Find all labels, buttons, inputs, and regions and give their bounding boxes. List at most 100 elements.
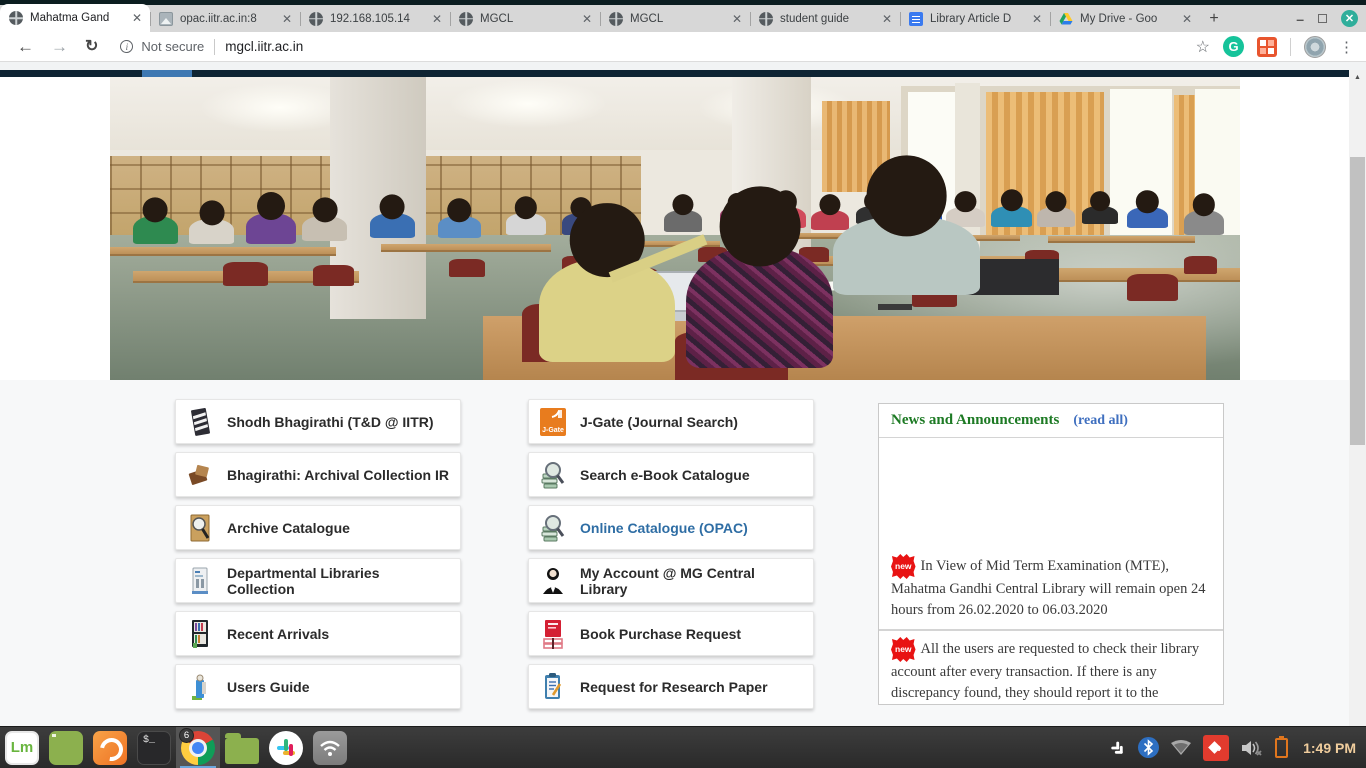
close-button[interactable]: ✕ (1341, 10, 1358, 27)
link-label: My Account @ MG Central Library (580, 565, 803, 597)
tab-title: student guide (780, 13, 880, 25)
reload-button[interactable]: ↻ (85, 39, 98, 55)
tab-close-icon[interactable]: ✕ (1030, 13, 1044, 25)
link-archive-catalogue[interactable]: Archive Catalogue (175, 505, 461, 550)
link-search-ebook[interactable]: Search e-Book Catalogue (528, 452, 814, 497)
taskbar: Lm 6 (0, 726, 1366, 768)
anydesk-icon[interactable]: › (1203, 735, 1229, 761)
photo-shape (1110, 89, 1172, 256)
tab-mgcl-1[interactable]: MGCL ✕ (450, 5, 600, 32)
library-building-icon (186, 565, 214, 597)
minimize-button[interactable]: – (1296, 12, 1304, 26)
tab-opac[interactable]: opac.iitr.ac.in:8 ✕ (150, 5, 300, 32)
news-text: In View of Mid Term Examination (MTE), M… (891, 558, 1205, 618)
divider (1290, 38, 1291, 56)
tab-mgcl-2[interactable]: MGCL ✕ (600, 5, 750, 32)
photo-shape (133, 216, 178, 243)
globe-favicon (9, 11, 23, 25)
photo-shape (1184, 256, 1218, 274)
scroll-up-arrow[interactable]: ▲ (1349, 74, 1366, 81)
profile-avatar[interactable] (1304, 36, 1326, 58)
tab-close-icon[interactable]: ✕ (1180, 13, 1194, 25)
person-icon (539, 565, 567, 597)
chrome-launcher[interactable]: 6 (176, 727, 220, 768)
photo-shape (449, 80, 607, 128)
grammarly-extension-icon[interactable]: G (1223, 36, 1244, 57)
address-bar[interactable]: i Not secure mgcl.iitr.ac.in (120, 39, 1195, 55)
terminal-launcher[interactable] (132, 727, 176, 768)
extension-icon[interactable] (1257, 37, 1277, 57)
new-tab-button[interactable]: + (1200, 5, 1228, 32)
link-jgate[interactable]: J-Gate J-Gate (Journal Search) (528, 399, 814, 444)
tab-title: opac.iitr.ac.in:8 (180, 13, 280, 25)
files-launcher[interactable] (220, 727, 264, 768)
network-settings-button[interactable] (308, 727, 352, 768)
tab-title: 192.168.105.14 (330, 13, 430, 25)
link-users-guide[interactable]: Users Guide (175, 664, 461, 709)
link-bhagirathi-archival[interactable]: Bhagirathi: Archival Collection IR (175, 452, 461, 497)
show-desktop-button[interactable] (44, 727, 88, 768)
page-scrollbar[interactable]: ▲ (1349, 70, 1366, 726)
link-research-paper[interactable]: Request for Research Paper (528, 664, 814, 709)
news-title: News and Announcements (891, 412, 1059, 429)
scrollbar-thumb[interactable] (1350, 157, 1365, 445)
photo-shape (811, 210, 849, 230)
volume-muted-icon[interactable] (1240, 738, 1264, 758)
link-label: Recent Arrivals (227, 626, 329, 642)
photo-shape (664, 210, 702, 231)
menu-dots-icon[interactable]: ⋮ (1339, 38, 1354, 56)
link-label: Users Guide (227, 679, 309, 695)
back-button[interactable]: ← (17, 38, 34, 55)
book-search-icon (539, 459, 567, 491)
maximize-button[interactable] (1318, 14, 1327, 23)
tab-student-guide[interactable]: student guide ✕ (750, 5, 900, 32)
tab-my-drive[interactable]: My Drive - Goo ✕ (1050, 5, 1200, 32)
link-departmental-libraries[interactable]: Departmental Libraries Collection (175, 558, 461, 603)
photo-shape (438, 216, 481, 237)
link-book-purchase[interactable]: Book Purchase Request (528, 611, 814, 656)
info-icon[interactable]: i (120, 40, 133, 53)
news-text: All the users are requested to check the… (891, 641, 1199, 701)
link-my-account[interactable]: My Account @ MG Central Library (528, 558, 814, 603)
slack-tray-icon[interactable] (1107, 738, 1127, 758)
link-shodh-bhagirathi[interactable]: Shodh Bhagirathi (T&D @ IITR) (175, 399, 461, 444)
firefox-launcher[interactable] (88, 727, 132, 768)
photo-shape (370, 213, 415, 237)
tab-close-icon[interactable]: ✕ (730, 13, 744, 25)
bookshelf-icon (186, 618, 214, 650)
tab-ip-address[interactable]: 192.168.105.14 ✕ (300, 5, 450, 32)
link-label: Departmental Libraries Collection (227, 565, 450, 597)
mint-menu-button[interactable]: Lm (0, 727, 44, 768)
tab-close-icon[interactable]: ✕ (880, 13, 894, 25)
link-opac[interactable]: Online Catalogue (OPAC) (528, 505, 814, 550)
photo-shape (449, 259, 485, 277)
wifi-tray-icon[interactable] (1170, 740, 1192, 756)
photo-shape (1082, 206, 1118, 224)
link-label: Request for Research Paper (580, 679, 768, 695)
tab-close-icon[interactable]: ✕ (130, 12, 144, 24)
news-header: News and Announcements (read all) (879, 404, 1223, 438)
tab-library-article[interactable]: Library Article D ✕ (900, 5, 1050, 32)
desktop-icon (49, 731, 83, 765)
page-top-nav (0, 70, 1349, 77)
svg-text:J-Gate: J-Gate (542, 427, 564, 434)
slack-launcher[interactable] (264, 727, 308, 768)
tab-close-icon[interactable]: ✕ (280, 13, 294, 25)
link-recent-arrivals[interactable]: Recent Arrivals (175, 611, 461, 656)
tab-close-icon[interactable]: ✕ (580, 13, 594, 25)
photo-shape (313, 265, 354, 286)
battery-icon[interactable] (1275, 738, 1288, 758)
mint-logo-icon: Lm (5, 731, 39, 765)
read-all-link[interactable]: (read all) (1073, 413, 1128, 429)
link-label: Shodh Bhagirathi (T&D @ IITR) (227, 414, 434, 430)
bluetooth-icon[interactable] (1138, 737, 1159, 758)
photo-shape (1184, 210, 1225, 234)
tab-close-icon[interactable]: ✕ (430, 13, 444, 25)
photo-shape (539, 259, 675, 362)
taskbar-clock[interactable]: 1:49 PM (1303, 740, 1356, 756)
forward-button[interactable]: → (51, 38, 68, 55)
tab-mahatma-gandhi[interactable]: Mahatma Gand ✕ (0, 4, 150, 32)
bookmark-star-icon[interactable]: ☆ (1196, 37, 1210, 57)
photo-shape (1037, 207, 1075, 227)
tab-bar: Mahatma Gand ✕ opac.iitr.ac.in:8 ✕ 192.1… (0, 5, 1366, 32)
